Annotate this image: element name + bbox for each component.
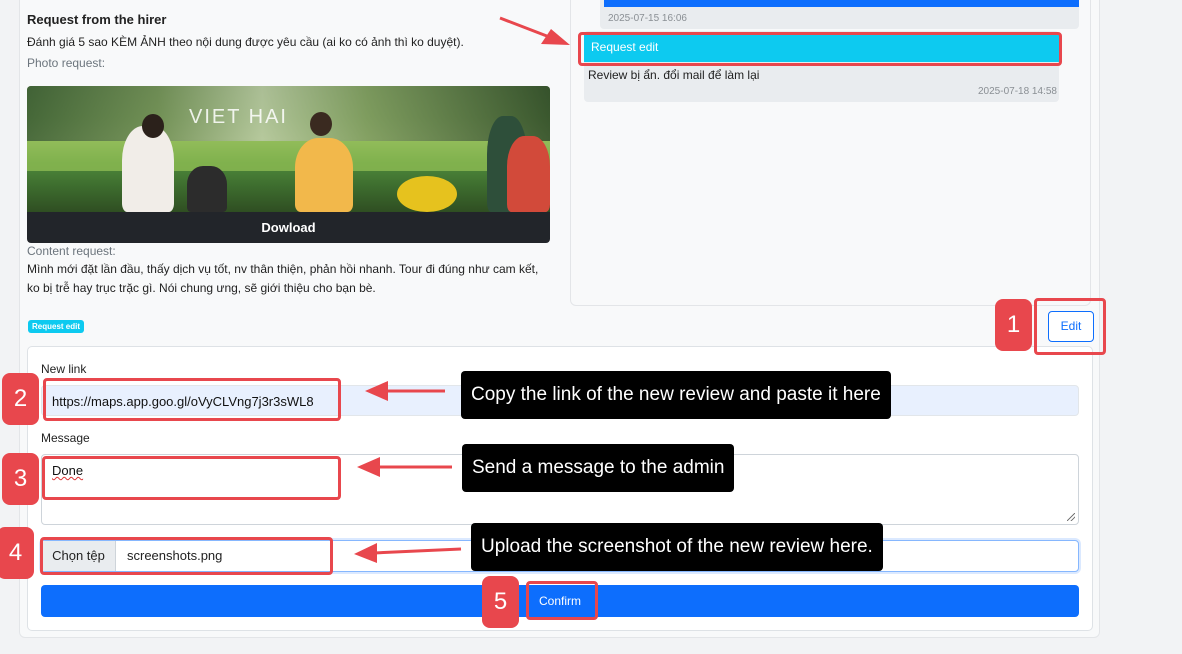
arrow-icon — [354, 543, 462, 563]
arrow-icon — [365, 381, 445, 401]
arrow-icon — [357, 457, 452, 477]
arrow-icon — [499, 16, 570, 45]
annotation-arrows — [354, 16, 570, 563]
